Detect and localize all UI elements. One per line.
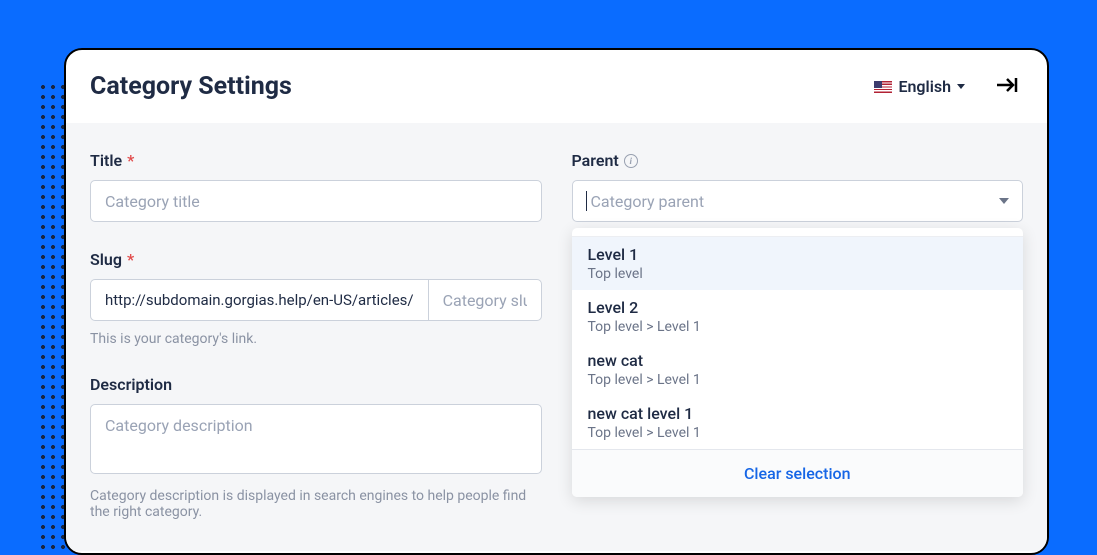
slug-label: Slug * bbox=[90, 250, 542, 269]
description-section: Description Category description is disp… bbox=[90, 375, 542, 520]
parent-select[interactable] bbox=[572, 180, 1024, 222]
text-cursor bbox=[586, 191, 587, 211]
dropdown-item-title: Level 1 bbox=[588, 245, 1008, 264]
info-icon[interactable]: i bbox=[624, 154, 638, 168]
required-mark: * bbox=[127, 151, 134, 170]
description-label: Description bbox=[90, 375, 542, 394]
description-input[interactable] bbox=[90, 404, 542, 474]
us-flag-icon bbox=[874, 81, 892, 93]
language-label: English bbox=[898, 77, 951, 96]
header-actions: English bbox=[874, 76, 1019, 98]
dropdown-peek bbox=[572, 228, 1024, 237]
dropdown-item-sub: Top level > Level 1 bbox=[588, 319, 1008, 335]
required-mark: * bbox=[127, 250, 134, 269]
dropdown-item-sub: Top level bbox=[588, 266, 1008, 282]
collapse-panel-icon[interactable] bbox=[995, 76, 1019, 98]
slug-prefix: http://subdomain.gorgias.help/en-US/arti… bbox=[90, 279, 428, 321]
right-column: Parent i Level 1 Top level Level 2 Top leve… bbox=[572, 151, 1024, 520]
chevron-down-icon bbox=[957, 84, 965, 89]
dropdown-item[interactable]: Level 1 Top level bbox=[572, 237, 1024, 290]
description-helper: Category description is displayed in sea… bbox=[90, 488, 542, 520]
dropdown-item-title: new cat level 1 bbox=[588, 404, 1008, 423]
parent-label: Parent i bbox=[572, 151, 1024, 170]
clear-selection-button[interactable]: Clear selection bbox=[572, 449, 1024, 497]
left-column: Title * Slug * http://subdomain.gorgias.… bbox=[90, 151, 542, 520]
dropdown-item-sub: Top level > Level 1 bbox=[588, 425, 1008, 441]
title-label: Title * bbox=[90, 151, 542, 170]
slug-input[interactable] bbox=[428, 279, 542, 321]
title-input[interactable] bbox=[90, 180, 542, 222]
panel-header: Category Settings English bbox=[66, 50, 1047, 123]
slug-helper: This is your category's link. bbox=[90, 331, 542, 347]
page-title: Category Settings bbox=[90, 72, 292, 101]
dropdown-item[interactable]: new cat level 1 Top level > Level 1 bbox=[572, 396, 1024, 449]
dropdown-item-sub: Top level > Level 1 bbox=[588, 372, 1008, 388]
language-selector[interactable]: English bbox=[874, 77, 965, 96]
dropdown-item[interactable]: new cat Top level > Level 1 bbox=[572, 343, 1024, 396]
slug-section: Slug * http://subdomain.gorgias.help/en-… bbox=[90, 250, 542, 321]
parent-input[interactable] bbox=[572, 180, 1024, 222]
dropdown-item[interactable]: Level 2 Top level > Level 1 bbox=[572, 290, 1024, 343]
settings-panel: Category Settings English Title bbox=[64, 48, 1049, 555]
dropdown-item-title: new cat bbox=[588, 351, 1008, 370]
form-area: Title * Slug * http://subdomain.gorgias.… bbox=[66, 123, 1047, 551]
dropdown-item-title: Level 2 bbox=[588, 298, 1008, 317]
parent-dropdown: Level 1 Top level Level 2 Top level > Level… bbox=[572, 228, 1024, 497]
